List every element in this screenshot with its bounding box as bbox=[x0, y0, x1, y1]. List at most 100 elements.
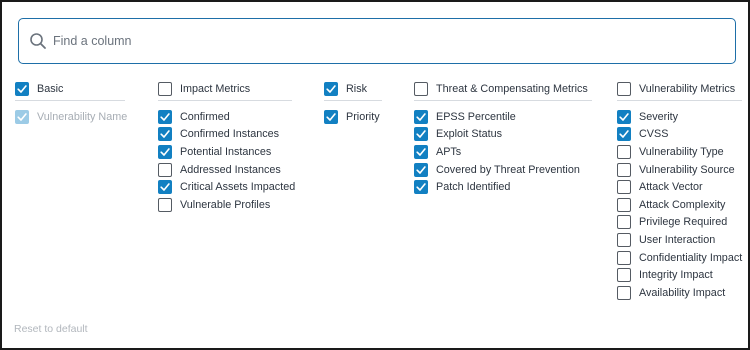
column-option-label: EPSS Percentile bbox=[436, 110, 516, 123]
group-divider bbox=[617, 100, 742, 101]
column-checkbox[interactable] bbox=[158, 144, 172, 159]
group-items: Priority bbox=[324, 108, 382, 126]
column-checkbox[interactable] bbox=[617, 215, 631, 230]
column-option[interactable]: APTs bbox=[414, 143, 592, 161]
column-option[interactable]: CVSS bbox=[617, 126, 742, 144]
column-checkbox[interactable] bbox=[414, 180, 428, 195]
column-option[interactable]: Confirmed bbox=[158, 108, 292, 126]
group-label: Basic bbox=[37, 83, 64, 95]
column-group-risk: Risk Priority bbox=[324, 81, 382, 126]
column-checkbox[interactable] bbox=[617, 250, 631, 265]
column-option[interactable]: User Interaction bbox=[617, 231, 742, 249]
column-option[interactable]: Priority bbox=[324, 108, 382, 126]
column-option[interactable]: Confirmed Instances bbox=[158, 126, 292, 144]
column-option-label: Covered by Threat Prevention bbox=[436, 163, 580, 176]
search-input[interactable] bbox=[53, 25, 723, 57]
group-header-threat[interactable]: Threat & Compensating Metrics bbox=[414, 81, 592, 97]
column-option[interactable]: Vulnerability Type bbox=[617, 143, 742, 161]
column-option[interactable]: Critical Assets Impacted bbox=[158, 178, 296, 196]
group-items: Confirmed Confirmed Instances Potential In… bbox=[158, 108, 296, 214]
column-checkbox[interactable] bbox=[158, 180, 172, 195]
group-divider bbox=[15, 100, 125, 101]
group-checkbox-threat[interactable] bbox=[414, 82, 428, 96]
column-checkbox[interactable] bbox=[414, 144, 428, 159]
column-option[interactable]: Availability Impact bbox=[617, 284, 742, 302]
column-option[interactable]: Attack Complexity bbox=[617, 196, 742, 214]
column-option-label: Vulnerability Type bbox=[639, 145, 724, 158]
column-option-label: CVSS bbox=[639, 128, 669, 141]
column-option-label: Integrity Impact bbox=[639, 269, 713, 282]
column-option-label: Vulnerability Source bbox=[639, 163, 735, 176]
column-option-label: Severity bbox=[639, 110, 679, 123]
column-checkbox[interactable] bbox=[158, 197, 172, 212]
column-option[interactable]: Confidentiality Impact bbox=[617, 249, 742, 267]
column-checkbox[interactable] bbox=[617, 268, 631, 283]
column-option[interactable]: EPSS Percentile bbox=[414, 108, 592, 126]
column-option-label: Confirmed bbox=[180, 110, 230, 123]
column-option[interactable]: Vulnerable Profiles bbox=[158, 196, 292, 214]
group-divider bbox=[414, 100, 592, 101]
column-option[interactable]: Addressed Instances bbox=[158, 161, 292, 179]
search-box[interactable] bbox=[18, 18, 736, 64]
column-option[interactable]: Vulnerability Source bbox=[617, 161, 742, 179]
column-option[interactable]: Integrity Impact bbox=[617, 266, 742, 284]
column-option-label: Critical Assets Impacted bbox=[180, 181, 296, 194]
group-items: Vulnerability Name bbox=[15, 108, 128, 126]
column-picker-panel: Basic Vulnerability Name Impact Metrics Con… bbox=[0, 0, 750, 350]
column-option[interactable]: Potential Instances bbox=[158, 143, 292, 161]
column-group-threat: Threat & Compensating Metrics EPSS Percen… bbox=[414, 81, 592, 196]
column-checkbox[interactable] bbox=[617, 197, 631, 212]
group-divider bbox=[158, 100, 292, 101]
column-option-label: Exploit Status bbox=[436, 128, 503, 141]
column-option[interactable]: Covered by Threat Prevention bbox=[414, 161, 592, 179]
column-checkbox[interactable] bbox=[414, 162, 428, 177]
column-option-label: User Interaction bbox=[639, 233, 716, 246]
column-checkbox[interactable] bbox=[617, 162, 631, 177]
column-option-label: Vulnerable Profiles bbox=[180, 198, 271, 211]
column-checkbox[interactable] bbox=[158, 109, 172, 124]
search-icon bbox=[30, 33, 46, 49]
group-label: Impact Metrics bbox=[180, 83, 251, 95]
group-label: Vulnerability Metrics bbox=[639, 83, 736, 95]
column-option[interactable]: Severity bbox=[617, 108, 742, 126]
column-option-label: Patch Identified bbox=[436, 181, 511, 194]
column-option[interactable]: Exploit Status bbox=[414, 126, 592, 144]
group-items: Severity CVSS Vulnerability Type Vulnerabil… bbox=[617, 108, 742, 302]
group-header-vuln[interactable]: Vulnerability Metrics bbox=[617, 81, 742, 97]
column-option-label: Potential Instances bbox=[180, 145, 272, 158]
group-items: EPSS Percentile Exploit Status APTs Covered… bbox=[414, 108, 592, 196]
column-checkbox[interactable] bbox=[158, 127, 172, 142]
column-checkbox[interactable] bbox=[617, 109, 631, 124]
column-option[interactable]: Patch Identified bbox=[414, 178, 592, 196]
column-option-label: Addressed Instances bbox=[180, 163, 281, 176]
column-checkbox[interactable] bbox=[324, 109, 338, 124]
column-group-impact: Impact Metrics Confirmed Confirmed Instanc… bbox=[158, 81, 296, 214]
group-checkbox-basic[interactable] bbox=[15, 82, 29, 96]
column-option-label: Availability Impact bbox=[639, 286, 726, 299]
column-option-label: Attack Complexity bbox=[639, 198, 726, 211]
column-checkbox[interactable] bbox=[617, 180, 631, 195]
group-checkbox-impact[interactable] bbox=[158, 82, 172, 96]
column-checkbox[interactable] bbox=[617, 232, 631, 247]
column-group-basic: Basic Vulnerability Name bbox=[15, 81, 128, 126]
group-header-risk[interactable]: Risk bbox=[324, 81, 382, 97]
column-checkbox[interactable] bbox=[617, 285, 631, 300]
column-option-label: Vulnerability Name bbox=[37, 110, 128, 123]
column-option[interactable]: Attack Vector bbox=[617, 178, 742, 196]
column-checkbox[interactable] bbox=[617, 127, 631, 142]
group-header-impact[interactable]: Impact Metrics bbox=[158, 81, 292, 97]
column-option-label: Priority bbox=[346, 110, 380, 123]
column-group-vuln: Vulnerability Metrics Severity CVSS Vulnera… bbox=[617, 81, 742, 302]
column-option[interactable]: Privilege Required bbox=[617, 214, 742, 232]
column-checkbox[interactable] bbox=[617, 144, 631, 159]
group-checkbox-vuln[interactable] bbox=[617, 82, 631, 96]
group-checkbox-risk[interactable] bbox=[324, 82, 338, 96]
column-checkbox[interactable] bbox=[158, 162, 172, 177]
reset-to-default-link[interactable]: Reset to default bbox=[14, 323, 88, 335]
column-checkbox[interactable] bbox=[414, 109, 428, 124]
column-checkbox[interactable] bbox=[414, 127, 428, 142]
group-label: Threat & Compensating Metrics bbox=[436, 83, 588, 95]
column-option-label: Confirmed Instances bbox=[180, 128, 280, 141]
group-header-basic[interactable]: Basic bbox=[15, 81, 125, 97]
column-option-label: Confidentiality Impact bbox=[639, 251, 743, 264]
